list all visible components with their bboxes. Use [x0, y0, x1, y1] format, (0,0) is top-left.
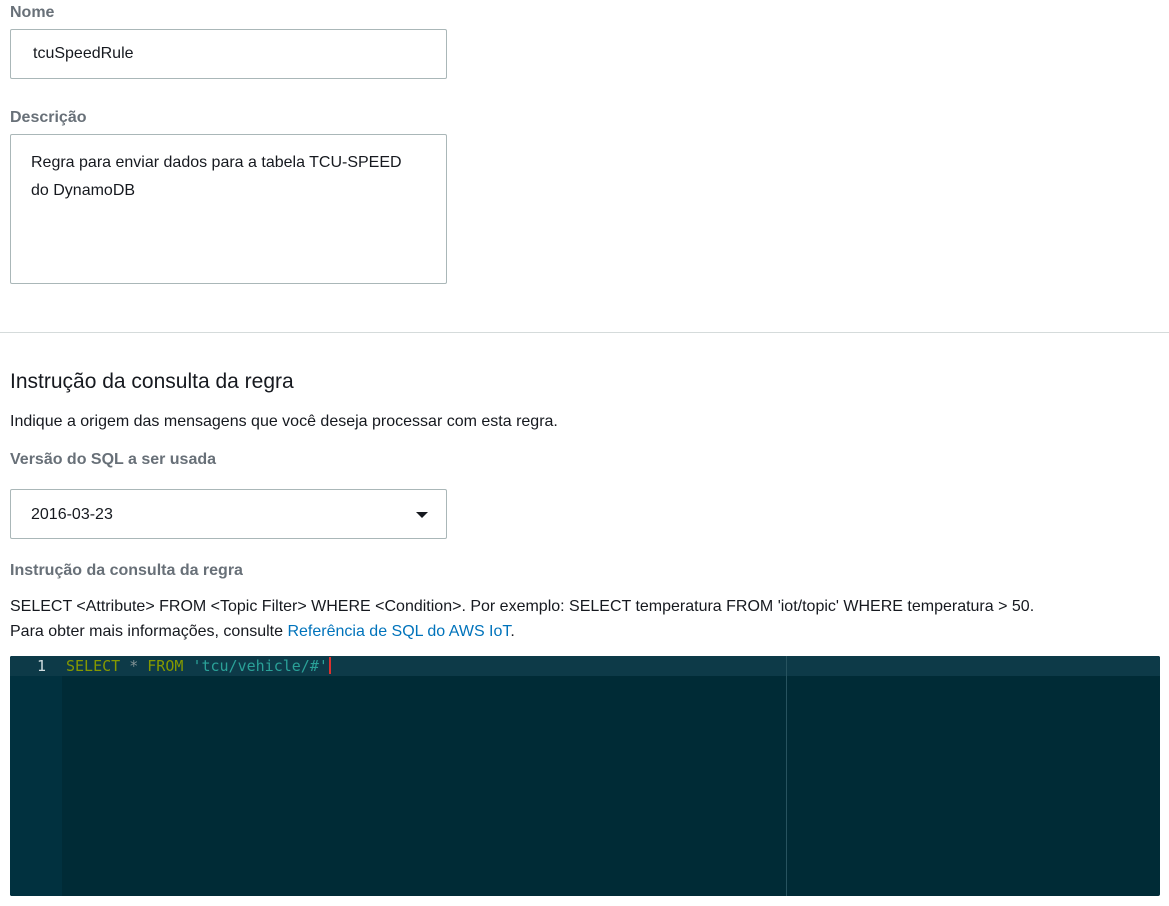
token-select: SELECT — [66, 657, 121, 675]
statement-help-line-1: SELECT <Attribute> FROM <Topic Filter> W… — [10, 598, 1035, 615]
sql-version-label: Versão do SQL a ser usada — [10, 451, 217, 468]
query-section-subtitle: Indique a origem das mensagens que você … — [10, 413, 558, 430]
query-section-title: Instrução da consulta da regra — [10, 370, 294, 393]
statement-help-suffix: . — [510, 623, 515, 640]
name-input[interactable]: tcuSpeedRule — [10, 29, 447, 79]
editor-code-line[interactable]: SELECT * FROM 'tcu/vehicle/#' — [66, 656, 331, 676]
token-from: FROM — [147, 657, 184, 675]
sql-reference-link[interactable]: Referência de SQL do AWS IoT — [287, 623, 510, 640]
token-star: * — [129, 657, 139, 675]
description-label: Descrição — [10, 109, 87, 126]
description-line-1: Regra para enviar dados para a tabela TC… — [31, 154, 402, 171]
name-value: tcuSpeedRule — [33, 45, 134, 62]
sql-version-value: 2016-03-23 — [31, 506, 113, 523]
statement-help-prefix: Para obter mais informações, consulte — [10, 623, 288, 640]
sql-code-editor[interactable]: 1 SELECT * FROM 'tcu/vehicle/#' — [10, 656, 1160, 896]
editor-print-margin — [786, 656, 787, 896]
name-label: Nome — [10, 4, 55, 21]
text-cursor — [328, 657, 331, 674]
sql-version-select[interactable]: 2016-03-23 — [10, 489, 447, 539]
token-topic-string: 'tcu/vehicle/#' — [192, 657, 328, 675]
caret-down-icon — [416, 512, 428, 518]
statement-help-line-2: Para obter mais informações, consulte Re… — [10, 619, 515, 644]
description-textarea[interactable]: Regra para enviar dados para a tabela TC… — [10, 134, 447, 284]
description-line-2: do DynamoDB — [31, 182, 136, 199]
editor-gutter: 1 — [10, 656, 62, 896]
line-number: 1 — [36, 657, 46, 675]
statement-label: Instrução da consulta da regra — [10, 562, 243, 579]
section-divider — [0, 332, 1169, 333]
